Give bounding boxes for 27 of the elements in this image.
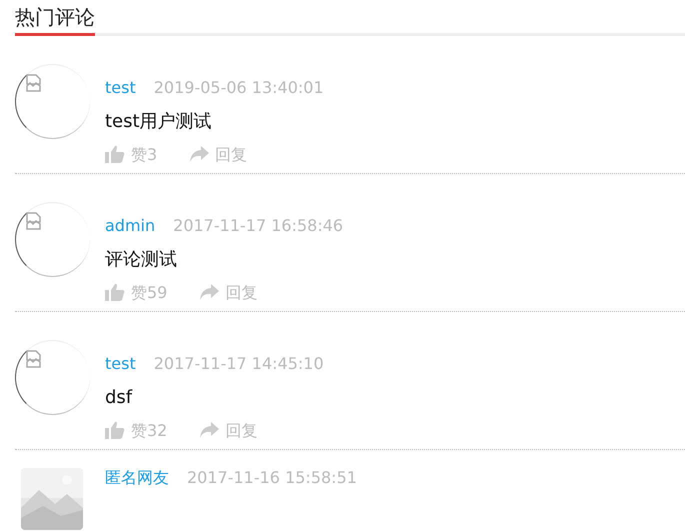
broken-image-icon xyxy=(24,73,44,93)
reply-button[interactable]: 回复 xyxy=(189,144,248,164)
broken-image-icon xyxy=(24,349,44,369)
comment-time: 2017-11-17 16:58:46 xyxy=(173,216,344,235)
comment-time: 2017-11-16 15:58:51 xyxy=(187,468,357,487)
reply-arrow-icon xyxy=(189,145,210,164)
user-link[interactable]: admin xyxy=(105,216,156,235)
reply-arrow-icon xyxy=(199,421,220,440)
thumbs-up-icon xyxy=(105,421,125,440)
comment-text: dsf xyxy=(105,387,134,409)
section-title: 热门评论 xyxy=(15,0,95,36)
comment-text: test用户测试 xyxy=(105,111,213,133)
like-button[interactable]: 赞3 xyxy=(105,144,158,164)
user-link[interactable]: test xyxy=(105,354,136,373)
reply-button[interactable]: 回复 xyxy=(199,420,258,440)
reply-arrow-icon xyxy=(199,283,220,302)
comment-text: 评论测试 xyxy=(105,249,178,271)
user-link[interactable]: test xyxy=(105,78,136,97)
comment-time: 2017-11-17 14:45:10 xyxy=(154,354,324,373)
broken-image-icon xyxy=(24,211,44,231)
like-button[interactable]: 赞59 xyxy=(105,282,168,302)
thumbs-up-icon xyxy=(105,145,125,164)
comment-time: 2019-05-06 13:40:01 xyxy=(154,78,324,97)
user-link[interactable]: 匿名网友 xyxy=(105,468,169,487)
like-button[interactable]: 赞32 xyxy=(105,420,168,440)
reply-button[interactable]: 回复 xyxy=(199,282,258,302)
thumbs-up-icon xyxy=(105,283,125,302)
